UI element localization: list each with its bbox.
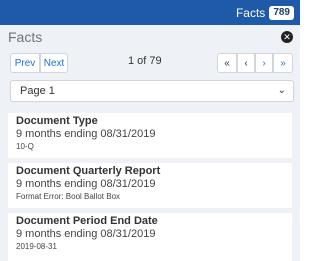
previous-page-icon[interactable]: ‹ xyxy=(237,53,255,73)
pager: Prev Next 1 of 79 « ‹ › » xyxy=(10,53,293,75)
page-counter: 1 of 79 xyxy=(128,55,162,67)
fact-value: 2019-08-31 xyxy=(16,242,57,251)
fact-period: 9 months ending 08/31/2019 xyxy=(16,128,156,140)
fact-period: 9 months ending 08/31/2019 xyxy=(16,228,156,240)
fact-name: Document Period End Date xyxy=(16,215,158,227)
page-select-value: Page 1 xyxy=(20,85,55,97)
prev-button[interactable]: Prev xyxy=(10,53,40,73)
fact-value: 10-Q xyxy=(16,142,34,151)
close-icon[interactable]: ✕ xyxy=(281,31,293,43)
panel-title: Facts xyxy=(8,29,43,45)
next-button[interactable]: Next xyxy=(40,53,68,73)
first-page-icon[interactable]: « xyxy=(217,53,237,73)
fact-item[interactable]: Document Type 9 months ending 08/31/2019… xyxy=(8,113,292,158)
chevron-down-icon: ⌄ xyxy=(277,85,286,96)
facts-panel: Facts ✕ Prev Next 1 of 79 « ‹ › » Page 1… xyxy=(0,25,300,261)
facts-header-label[interactable]: Facts xyxy=(236,6,265,20)
facts-header-bar: Facts 789 xyxy=(0,0,300,25)
fact-name: Document Type xyxy=(16,115,98,127)
fact-item[interactable]: Document Quarterly Report 9 months endin… xyxy=(8,163,292,208)
fact-period: 9 months ending 08/31/2019 xyxy=(16,178,156,190)
fact-item[interactable]: Document Period End Date 9 months ending… xyxy=(8,213,292,261)
facts-count-badge: 789 xyxy=(269,5,294,20)
page-select[interactable]: Page 1 ⌄ xyxy=(10,80,294,102)
last-page-icon[interactable]: » xyxy=(273,53,293,73)
fact-value: Format Error: Bool Ballot Box xyxy=(16,192,121,201)
fact-name: Document Quarterly Report xyxy=(16,165,161,177)
next-page-icon[interactable]: › xyxy=(255,53,273,73)
